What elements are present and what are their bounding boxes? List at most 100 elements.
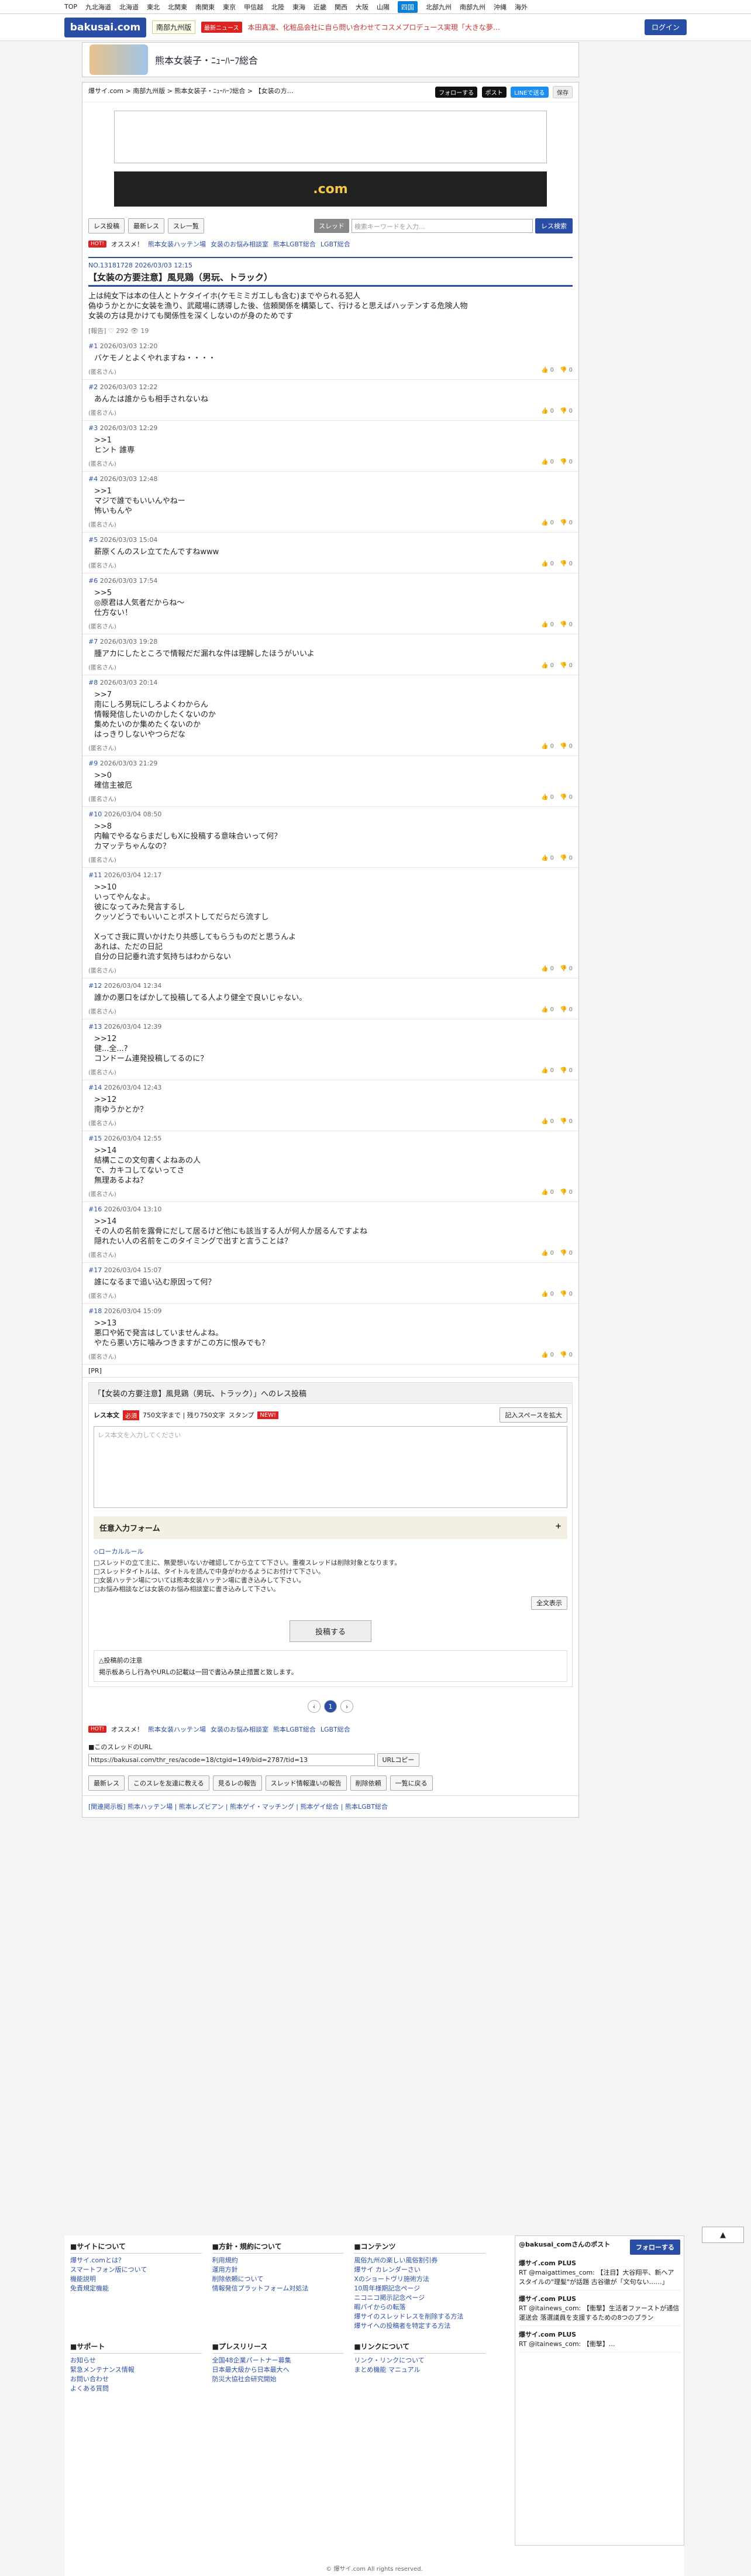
thumbs-down-icon[interactable]: 👎 0 — [560, 408, 573, 414]
thumbs-up-icon[interactable]: 👍 0 — [541, 1291, 554, 1297]
thumbs-up-icon[interactable]: 👍 0 — [541, 561, 554, 567]
hot-link-bottom-2[interactable]: 女装のお悩み相談室 — [211, 1725, 268, 1734]
thumbs-up-icon[interactable]: 👍 0 — [541, 367, 554, 373]
footer-link[interactable]: よくある質問 — [70, 2384, 202, 2393]
thumbs-up-icon[interactable]: 👍 0 — [541, 1007, 554, 1013]
stamp-button[interactable]: スタンプ — [229, 1410, 254, 1420]
line-button[interactable]: LINEで送る — [511, 87, 549, 98]
login-button[interactable]: ログイン — [644, 19, 687, 35]
x-post-author[interactable]: 爆サイ.com PLUS — [519, 2259, 576, 2267]
footer-link[interactable]: 爆サイ.comとは？ — [70, 2256, 202, 2265]
thumbs-down-icon[interactable]: 👎 0 — [560, 1067, 573, 1074]
hot-link-2[interactable]: 女装のお悩み相談室 — [211, 239, 268, 249]
thumbs-down-icon[interactable]: 👎 0 — [560, 743, 573, 750]
footer-link[interactable]: 削除依頼について — [212, 2275, 344, 2284]
region-nav-item[interactable]: 北関東 — [168, 2, 187, 12]
thumbs-down-icon[interactable]: 👎 0 — [560, 561, 573, 567]
region-nav-item[interactable]: 東京 — [223, 2, 236, 12]
thumbs-up-icon[interactable]: 👍 0 — [541, 408, 554, 414]
region-nav-item[interactable]: 大阪 — [356, 2, 368, 12]
footer-link[interactable]: 風俗九州の楽しい風俗割引券 — [354, 2256, 485, 2265]
thumbs-down-icon[interactable]: 👎 0 — [560, 367, 573, 373]
thumbs-down-icon[interactable]: 👎 0 — [560, 459, 573, 465]
ad-banner[interactable]: .com — [114, 171, 547, 207]
region-nav-item[interactable]: 関西 — [335, 2, 347, 12]
thumbs-down-icon[interactable]: 👎 0 — [560, 1007, 573, 1013]
footer-link[interactable]: 10周年様期記念ページ — [354, 2284, 485, 2293]
footer-link[interactable]: 防災大協社会研究開始 — [212, 2375, 344, 2384]
region-nav-item[interactable]: 九北海道 — [85, 2, 111, 12]
thumbs-up-icon[interactable]: 👍 0 — [541, 621, 554, 628]
hot-link-bottom-4[interactable]: LGBT総合 — [321, 1725, 350, 1734]
bottom-delete-button[interactable]: 削除依頼 — [350, 1775, 387, 1791]
search-type-select[interactable]: スレッド — [314, 219, 349, 233]
thumbs-up-icon[interactable]: 👍 0 — [541, 794, 554, 801]
post-number[interactable]: #10 — [88, 810, 102, 818]
footer-link[interactable]: スマートフォン版について — [70, 2265, 202, 2275]
x-post-author[interactable]: 爆サイ.com PLUS — [519, 2295, 576, 2303]
footer-link[interactable]: まとめ機能 マニュアル — [354, 2365, 485, 2375]
thumbs-down-icon[interactable]: 👎 0 — [560, 794, 573, 801]
footer-link[interactable]: お知らせ — [70, 2356, 202, 2365]
region-nav-item[interactable]: 南部九州 — [460, 2, 485, 12]
search-button[interactable]: レス検索 — [535, 218, 573, 233]
thumbs-down-icon[interactable]: 👎 0 — [560, 520, 573, 526]
post-number[interactable]: #6 — [88, 577, 98, 585]
post-number[interactable]: #13 — [88, 1023, 102, 1031]
footer-link[interactable]: Xのショートヴリ施術方法 — [354, 2275, 485, 2284]
thumbs-up-icon[interactable]: 👍 0 — [541, 459, 554, 465]
url-field[interactable]: https://bakusai.com/thr_res/acode=18/ctg… — [88, 1754, 375, 1766]
thumbs-up-icon[interactable]: 👍 0 — [541, 1352, 554, 1358]
post-number[interactable]: #18 — [88, 1307, 102, 1315]
thumbs-down-icon[interactable]: 👎 0 — [560, 1352, 573, 1358]
post-number[interactable]: #2 — [88, 383, 98, 391]
post-number[interactable]: #11 — [88, 871, 102, 879]
footer-link[interactable]: 免責規定機能 — [70, 2284, 202, 2293]
next-page-button[interactable]: › — [340, 1700, 353, 1713]
footer-link[interactable]: 爆サイへの投稿者を特定する方法 — [354, 2321, 485, 2331]
search-input[interactable]: 検索キーワードを入力... — [352, 219, 533, 233]
x-post-author[interactable]: 爆サイ.com PLUS — [519, 2331, 576, 2338]
footer-link[interactable]: 機能説明 — [70, 2275, 202, 2284]
post-number[interactable]: #15 — [88, 1135, 102, 1142]
related-boards[interactable]: [関連掲示板] 熊本ハッテン場 | 熊本レズビアン | 熊本ゲイ・マッチング |… — [82, 1795, 578, 1817]
region-nav-item[interactable]: 北部九州 — [426, 2, 452, 12]
footer-link[interactable]: お問い合わせ — [70, 2375, 202, 2384]
hot-link-1[interactable]: 熊本女装ハッテン場 — [148, 239, 206, 249]
site-logo[interactable]: bakusai.com — [64, 17, 146, 37]
region-nav-item[interactable]: 山陽 — [377, 2, 390, 12]
region-nav-item[interactable]: 北海道 — [119, 2, 139, 12]
post-number[interactable]: #3 — [88, 424, 98, 432]
current-page[interactable]: 1 — [324, 1700, 337, 1713]
thumbs-up-icon[interactable]: 👍 0 — [541, 1250, 554, 1256]
res-post-button[interactable]: レス投稿 — [88, 218, 125, 233]
thumbs-down-icon[interactable]: 👎 0 — [560, 855, 573, 861]
thumbs-up-icon[interactable]: 👍 0 — [541, 520, 554, 526]
thumbs-up-icon[interactable]: 👍 0 — [541, 966, 554, 972]
expand-field-button[interactable]: 記入スペースを拡大 — [499, 1407, 567, 1423]
post-number[interactable]: #9 — [88, 760, 98, 767]
footer-link[interactable]: 日本最大級から日本最大へ — [212, 2365, 344, 2375]
footer-link[interactable]: 運用方針 — [212, 2265, 344, 2275]
footer-link[interactable]: 緊急メンテナンス情報 — [70, 2365, 202, 2375]
bottom-report-button[interactable]: 見るレの報告 — [212, 1775, 262, 1791]
footer-link[interactable]: リンク・リンクについて — [354, 2356, 485, 2365]
optional-form-toggle[interactable]: 任意入力フォーム + — [94, 1516, 567, 1539]
latest-res-button[interactable]: 最新レス — [128, 218, 164, 233]
post-number[interactable]: #17 — [88, 1266, 102, 1274]
region-nav-item[interactable]: TOP — [64, 3, 77, 11]
region-nav-item[interactable]: 東海 — [292, 2, 305, 12]
reply-textarea[interactable]: レス本文を入力してください — [94, 1426, 567, 1508]
ad-slot[interactable] — [114, 111, 547, 163]
post-number[interactable]: #5 — [88, 536, 98, 544]
save-button[interactable]: 保存 — [553, 86, 573, 98]
bottom-back-button[interactable]: 一覧に戻る — [390, 1775, 433, 1791]
prev-page-button[interactable]: ‹ — [308, 1700, 321, 1713]
region-nav-item[interactable]: 四国 — [398, 1, 418, 13]
region-nav-item[interactable]: 海外 — [515, 2, 528, 12]
url-copy-button[interactable]: URLコピー — [377, 1753, 420, 1767]
footer-link[interactable]: 暇パイからの転落 — [354, 2303, 485, 2312]
region-nav-item[interactable]: 東北 — [147, 2, 160, 12]
post-number[interactable]: #14 — [88, 1084, 102, 1091]
post-number[interactable]: #16 — [88, 1205, 102, 1213]
